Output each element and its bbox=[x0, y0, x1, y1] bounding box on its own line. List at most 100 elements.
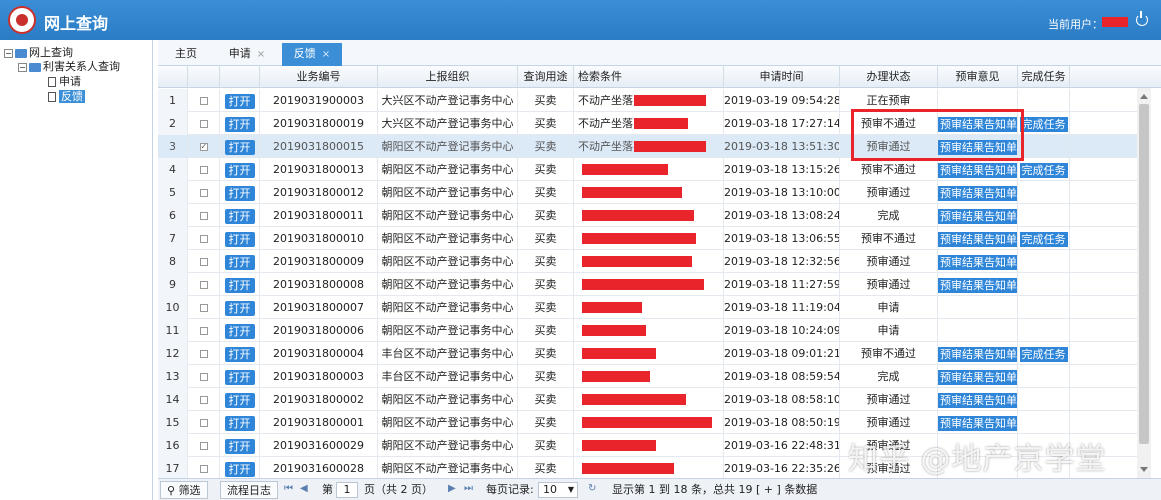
row-checkbox[interactable] bbox=[199, 327, 208, 335]
vertical-scrollbar[interactable] bbox=[1137, 88, 1151, 478]
row-checkbox-cell[interactable] bbox=[188, 457, 220, 478]
row-checkbox-cell[interactable] bbox=[188, 227, 220, 250]
open-button[interactable]: 打开 bbox=[224, 415, 255, 431]
scroll-down-arrow-icon[interactable] bbox=[1140, 467, 1148, 472]
complete-task-button[interactable]: 完成任务 bbox=[1019, 231, 1068, 247]
close-icon[interactable]: × bbox=[322, 49, 330, 60]
open-button[interactable]: 打开 bbox=[224, 438, 255, 454]
open-button[interactable]: 打开 bbox=[224, 116, 255, 132]
open-button[interactable]: 打开 bbox=[224, 461, 255, 477]
row-checkbox-cell[interactable] bbox=[188, 112, 220, 135]
opinion-notice-button[interactable]: 预审结果告知单 bbox=[938, 185, 1017, 201]
row-checkbox[interactable] bbox=[199, 304, 208, 312]
row-checkbox-cell[interactable] bbox=[188, 319, 220, 342]
tab-apply[interactable]: 申请 × bbox=[220, 43, 274, 66]
table-row[interactable]: 9 打开 2019031800008 朝阳区不动产登记事务中心 买卖 2019-03-18… bbox=[158, 273, 1138, 296]
table-row[interactable]: 5 打开 2019031800012 朝阳区不动产登记事务中心 买卖 2019-03-18… bbox=[158, 181, 1138, 204]
open-button[interactable]: 打开 bbox=[224, 185, 255, 201]
row-checkbox[interactable] bbox=[199, 166, 208, 174]
opinion-notice-button[interactable]: 预审结果告知单 bbox=[938, 277, 1017, 293]
row-checkbox-cell[interactable] bbox=[188, 89, 220, 112]
row-checkbox-cell[interactable] bbox=[188, 296, 220, 319]
opinion-notice-button[interactable]: 预审结果告知单 bbox=[938, 392, 1017, 408]
table-row[interactable]: 10 打开 2019031800007 朝阳区不动产登记事务中心 买卖 2019-03-1… bbox=[158, 296, 1138, 319]
row-checkbox[interactable] bbox=[199, 189, 208, 197]
opinion-notice-button[interactable]: 预审结果告知单 bbox=[938, 369, 1017, 385]
complete-task-button[interactable]: 完成任务 bbox=[1019, 162, 1068, 178]
open-button[interactable]: 打开 bbox=[224, 139, 255, 155]
row-checkbox-cell[interactable] bbox=[188, 158, 220, 181]
row-checkbox[interactable] bbox=[199, 97, 208, 105]
header-apply-time[interactable]: 申请时间 bbox=[724, 66, 840, 88]
complete-task-button[interactable]: 完成任务 bbox=[1019, 346, 1068, 362]
table-row[interactable]: 4 打开 2019031800013 朝阳区不动产登记事务中心 买卖 2019-03-18… bbox=[158, 158, 1138, 181]
row-checkbox-cell[interactable] bbox=[188, 204, 220, 227]
row-checkbox[interactable] bbox=[199, 350, 208, 358]
page-number-input[interactable]: 1 bbox=[336, 482, 358, 498]
open-button[interactable]: 打开 bbox=[224, 277, 255, 293]
process-log-button[interactable]: 流程日志 bbox=[220, 481, 278, 499]
table-row[interactable]: 15 打开 2019031800001 朝阳区不动产登记事务中心 买卖 2019-03-1… bbox=[158, 411, 1138, 434]
header-org[interactable]: 上报组织 bbox=[378, 66, 518, 88]
opinion-notice-button[interactable]: 预审结果告知单 bbox=[938, 346, 1017, 362]
open-button[interactable]: 打开 bbox=[224, 392, 255, 408]
prev-page-icon[interactable]: ◀ bbox=[300, 483, 308, 494]
first-page-icon[interactable]: ⏮ bbox=[284, 483, 293, 494]
row-checkbox[interactable] bbox=[199, 419, 208, 427]
row-checkbox[interactable] bbox=[199, 120, 208, 128]
sidebar-item-apply[interactable]: 申请 bbox=[48, 73, 81, 88]
scrollbar-thumb[interactable] bbox=[1139, 104, 1149, 444]
opinion-notice-button[interactable]: 预审结果告知单 bbox=[938, 415, 1017, 431]
open-button[interactable]: 打开 bbox=[224, 208, 255, 224]
table-row[interactable]: 14 打开 2019031800002 朝阳区不动产登记事务中心 买卖 2019-03-1… bbox=[158, 388, 1138, 411]
close-icon[interactable]: × bbox=[257, 49, 265, 60]
row-checkbox-cell[interactable] bbox=[188, 181, 220, 204]
header-status[interactable]: 办理状态 bbox=[840, 66, 938, 88]
tab-feedback[interactable]: 反馈 × bbox=[282, 43, 342, 66]
sidebar-item-feedback[interactable]: 反馈 bbox=[48, 88, 85, 103]
open-button[interactable]: 打开 bbox=[224, 231, 255, 247]
last-page-icon[interactable]: ⏭ bbox=[464, 483, 473, 494]
collapse-icon[interactable]: − bbox=[4, 48, 13, 58]
row-checkbox[interactable] bbox=[199, 258, 208, 266]
open-button[interactable]: 打开 bbox=[224, 300, 255, 316]
row-checkbox[interactable] bbox=[199, 465, 208, 473]
row-checkbox-cell[interactable] bbox=[188, 365, 220, 388]
row-checkbox-cell[interactable] bbox=[188, 388, 220, 411]
table-row[interactable]: 7 打开 2019031800010 朝阳区不动产登记事务中心 买卖 2019-03-18… bbox=[158, 227, 1138, 250]
opinion-notice-button[interactable]: 预审结果告知单 bbox=[938, 254, 1017, 270]
open-button[interactable]: 打开 bbox=[224, 254, 255, 270]
open-button[interactable]: 打开 bbox=[224, 346, 255, 362]
refresh-icon[interactable]: ↻ bbox=[588, 483, 596, 494]
table-row[interactable]: 13 打开 2019031800003 丰台区不动产登记事务中心 买卖 2019-03-1… bbox=[158, 365, 1138, 388]
row-checkbox[interactable] bbox=[199, 212, 208, 220]
header-business-id[interactable]: 业务编号 bbox=[260, 66, 378, 88]
header-use[interactable]: 查询用途 bbox=[518, 66, 574, 88]
row-checkbox[interactable] bbox=[199, 235, 208, 243]
open-button[interactable]: 打开 bbox=[224, 93, 255, 109]
table-row[interactable]: 8 打开 2019031800009 朝阳区不动产登记事务中心 买卖 2019-03-18… bbox=[158, 250, 1138, 273]
open-button[interactable]: 打开 bbox=[224, 323, 255, 339]
complete-task-button[interactable]: 完成任务 bbox=[1019, 116, 1068, 132]
row-checkbox[interactable] bbox=[199, 442, 208, 450]
opinion-notice-button[interactable]: 预审结果告知单 bbox=[938, 231, 1017, 247]
table-row[interactable]: 11 打开 2019031800006 朝阳区不动产登记事务中心 买卖 2019-03-1… bbox=[158, 319, 1138, 342]
tab-home[interactable]: 主页 bbox=[166, 43, 206, 66]
collapse-icon[interactable]: − bbox=[18, 62, 27, 72]
row-checkbox[interactable] bbox=[199, 396, 208, 404]
header-opinion[interactable]: 预审意见 bbox=[938, 66, 1018, 88]
row-checkbox-cell[interactable] bbox=[188, 250, 220, 273]
open-button[interactable]: 打开 bbox=[224, 369, 255, 385]
power-icon[interactable] bbox=[1136, 11, 1148, 26]
row-checkbox-cell[interactable] bbox=[188, 434, 220, 457]
header-complete[interactable]: 完成任务 bbox=[1018, 66, 1070, 88]
row-checkbox-cell[interactable] bbox=[188, 273, 220, 296]
table-row[interactable]: 12 打开 2019031800004 丰台区不动产登记事务中心 买卖 2019-03-1… bbox=[158, 342, 1138, 365]
header-checkbox[interactable] bbox=[188, 66, 220, 88]
header-condition[interactable]: 检索条件 bbox=[574, 66, 724, 88]
opinion-notice-button[interactable]: 预审结果告知单 bbox=[938, 162, 1017, 178]
open-button[interactable]: 打开 bbox=[224, 162, 255, 178]
row-checkbox[interactable] bbox=[199, 373, 208, 381]
row-checkbox-cell[interactable] bbox=[188, 411, 220, 434]
row-checkbox-cell[interactable] bbox=[188, 342, 220, 365]
